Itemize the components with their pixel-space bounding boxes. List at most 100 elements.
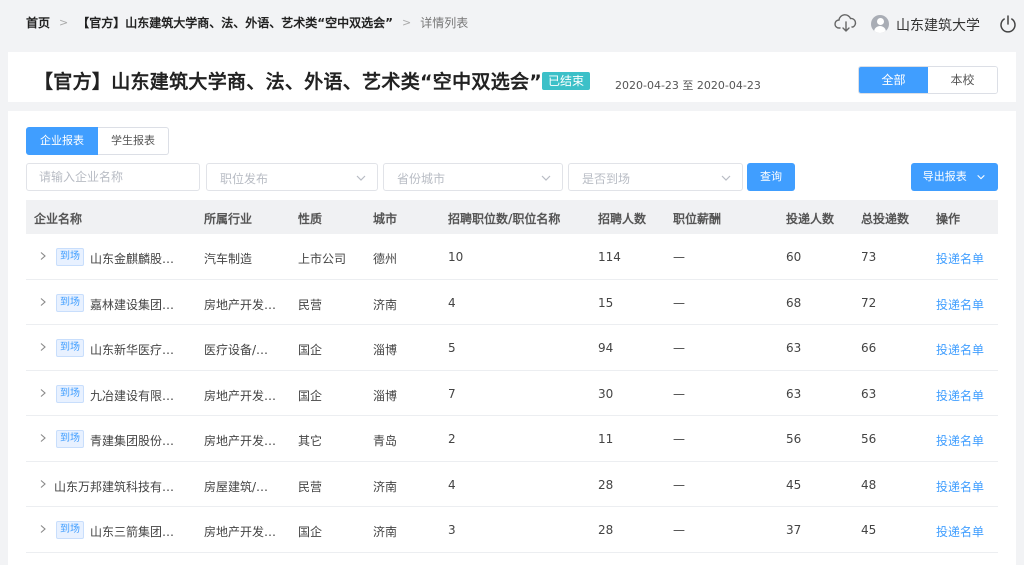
arrival-tag: 到场 bbox=[56, 339, 84, 357]
cell-positions: 10 bbox=[448, 250, 464, 264]
arrival-tag: 到场 bbox=[56, 384, 84, 403]
chevron-down-icon bbox=[977, 174, 985, 180]
cell-nature: 国企 bbox=[298, 343, 323, 357]
scope-all-button[interactable]: 全部 bbox=[859, 67, 928, 93]
table-body: 到场 山东金麒麟股… 汽车制造 上市公司 德州 10 114—60 73 投递名单 到场 嘉林建设集… bbox=[26, 234, 998, 553]
chevron-right-icon[interactable] bbox=[38, 388, 48, 398]
cell-salary: — bbox=[673, 341, 685, 355]
chevron-right-icon[interactable] bbox=[38, 297, 48, 307]
chevron-right-icon[interactable] bbox=[38, 342, 48, 352]
chevron-down-icon bbox=[541, 175, 551, 181]
cell-salary: — bbox=[673, 295, 685, 310]
delivery-list-link[interactable]: 投递名单 bbox=[936, 523, 984, 540]
company-name: 青建集团股份… bbox=[90, 434, 175, 448]
cell-total: 56 bbox=[861, 432, 877, 446]
cell-total: 48 bbox=[861, 477, 877, 492]
tab-company-report[interactable]: 企业报表 bbox=[26, 127, 98, 155]
breadcrumb-event[interactable]: 【官方】山东建筑大学商、法、外语、艺术类“空中双选会” bbox=[77, 14, 393, 31]
position-select-placeholder: 职位发布 bbox=[220, 172, 269, 186]
report-tabs: 企业报表 学生报表 bbox=[26, 127, 169, 155]
column-header: 招聘职位数/职位名称 bbox=[448, 212, 561, 226]
report-panel: 企业报表 学生报表 职位发布 省份城市 是否到场 查询 导出报表 企业名称 所属… bbox=[8, 111, 1016, 565]
position-select[interactable]: 职位发布 bbox=[206, 163, 378, 191]
company-name: 山东金麒麟股… bbox=[90, 252, 175, 266]
delivery-list-link[interactable]: 投递名单 bbox=[936, 387, 984, 404]
delivery-list-link[interactable]: 投递名单 bbox=[936, 250, 984, 267]
cell-nature: 民营 bbox=[298, 479, 323, 494]
column-header: 企业名称 bbox=[34, 212, 83, 226]
breadcrumb-home[interactable]: 首页 bbox=[26, 14, 50, 31]
chevron-right-icon[interactable] bbox=[38, 524, 48, 534]
cell-salary: — bbox=[673, 432, 685, 446]
avatar[interactable] bbox=[871, 15, 889, 33]
chevron-right-icon[interactable] bbox=[38, 251, 48, 261]
cell-positions: 3 bbox=[448, 523, 456, 537]
cell-headcount: 30 bbox=[598, 386, 614, 401]
delivery-list-link[interactable]: 投递名单 bbox=[936, 432, 984, 449]
tab-student-report[interactable]: 学生报表 bbox=[98, 127, 169, 155]
cell-city: 济南 bbox=[373, 525, 398, 539]
table-row: 到场 嘉林建设集团… 房地产开发… 民营 济南 4 15 — 68 72 投递名单 bbox=[26, 280, 998, 325]
table-row: 到场 山东三箭集团… 房地产开发… 国企 济南 3 28 — 37 45 投递名单 bbox=[26, 507, 998, 553]
cell-salary: — bbox=[673, 250, 685, 264]
table-row: 到场 青建集团股份… 房地产开发… 其它 青岛 2 11 — 56 56 投递名单 bbox=[26, 416, 998, 462]
chevron-down-icon bbox=[721, 175, 731, 181]
company-name: 九冶建设有限… bbox=[90, 388, 175, 403]
cell-total: 66 bbox=[861, 341, 877, 355]
arrival-tag: 到场 bbox=[56, 430, 84, 448]
export-report-button[interactable]: 导出报表 bbox=[911, 163, 998, 191]
breadcrumb-current: 详情列表 bbox=[420, 16, 469, 30]
cell-total: 63 bbox=[861, 386, 877, 401]
table-row: 山东万邦建筑科技有… 房屋建筑/… 民营 济南 4 28 — 45 48 投递名单 bbox=[26, 462, 998, 507]
city-select[interactable]: 省份城市 bbox=[383, 163, 563, 191]
column-header: 城市 bbox=[373, 212, 398, 226]
cell-positions: 4 bbox=[448, 295, 456, 310]
delivery-list-link[interactable]: 投递名单 bbox=[936, 341, 984, 358]
chevron-right-icon[interactable] bbox=[38, 479, 48, 489]
cell-nature: 民营 bbox=[298, 297, 323, 312]
query-button[interactable]: 查询 bbox=[747, 163, 795, 191]
cloud-download-icon[interactable] bbox=[834, 13, 858, 33]
cell-applicants: 68 bbox=[786, 295, 802, 310]
cell-city: 青岛 bbox=[373, 434, 398, 448]
company-name: 山东新华医疗… bbox=[90, 343, 175, 357]
arrival-tag: 到场 bbox=[56, 521, 84, 539]
cell-industry: 医疗设备/… bbox=[204, 343, 269, 357]
cell-applicants: 60 bbox=[786, 250, 802, 264]
top-bar: 首页 > 【官方】山东建筑大学商、法、外语、艺术类“空中双选会” > 详情列表 … bbox=[0, 0, 1024, 46]
column-header: 招聘人数 bbox=[598, 212, 647, 226]
cell-total: 72 bbox=[861, 295, 877, 310]
company-name: 山东三箭集团… bbox=[90, 525, 175, 539]
cell-applicants: 63 bbox=[786, 386, 802, 401]
scope-school-button[interactable]: 本校 bbox=[928, 67, 997, 93]
delivery-list-link[interactable]: 投递名单 bbox=[936, 296, 984, 313]
column-header: 性质 bbox=[298, 212, 323, 226]
cell-headcount: 114 bbox=[598, 250, 621, 264]
cell-salary: — bbox=[673, 523, 685, 537]
cell-salary: — bbox=[673, 477, 685, 492]
cell-industry: 房地产开发… bbox=[204, 388, 277, 403]
cell-headcount: 15 bbox=[598, 295, 614, 310]
arrival-select[interactable]: 是否到场 bbox=[568, 163, 743, 191]
delivery-list-link[interactable]: 投递名单 bbox=[936, 478, 984, 495]
column-header: 总投递数 bbox=[861, 212, 910, 226]
table-row: 到场 山东金麒麟股… 汽车制造 上市公司 德州 10 114 — 60 73 投递名单 bbox=[26, 234, 998, 280]
cell-nature: 国企 bbox=[298, 525, 323, 539]
chevron-right-icon[interactable] bbox=[38, 433, 48, 443]
cell-positions: 5 bbox=[448, 341, 456, 355]
cell-positions: 2 bbox=[448, 432, 456, 446]
cell-headcount: 28 bbox=[598, 477, 614, 492]
cell-applicants: 37 bbox=[786, 523, 802, 537]
power-icon[interactable] bbox=[998, 14, 1018, 34]
filter-bar: 职位发布 省份城市 是否到场 查询 导出报表 bbox=[26, 163, 1006, 191]
cell-positions: 7 bbox=[448, 386, 456, 401]
cell-applicants: 63 bbox=[786, 341, 802, 355]
cell-industry: 房地产开发… bbox=[204, 297, 277, 312]
cell-nature: 其它 bbox=[298, 434, 323, 448]
table-row: 到场 九冶建设有限… 房地产开发… 国企 淄博 7 30 — 63 63 投递名单 bbox=[26, 371, 998, 416]
company-search-input[interactable] bbox=[26, 163, 200, 191]
column-header: 投递人数 bbox=[786, 212, 835, 226]
cell-city: 淄博 bbox=[373, 343, 398, 357]
user-area: 山东建筑大学 bbox=[824, 10, 1024, 38]
user-name[interactable]: 山东建筑大学 bbox=[896, 15, 980, 35]
